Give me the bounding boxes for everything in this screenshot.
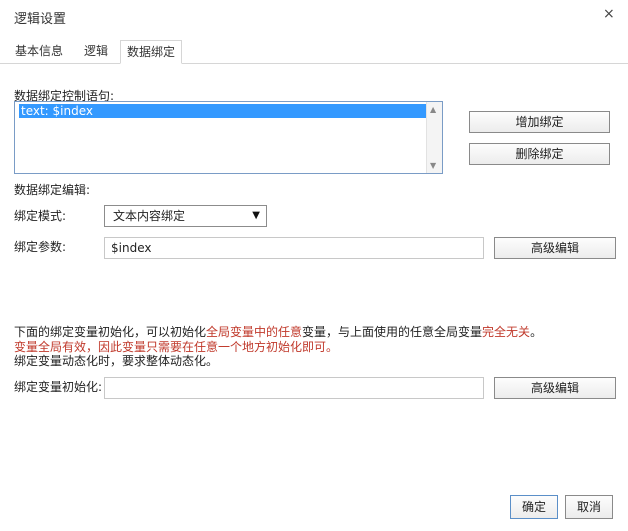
binding-mode-select[interactable]: 文本内容绑定 ▼ <box>104 205 267 227</box>
note-text: 。 <box>530 325 543 339</box>
note-highlight: 全局变量中的任意 <box>206 325 303 339</box>
add-binding-button[interactable]: 增加绑定 <box>469 111 610 133</box>
init-note-line-1: 下面的绑定变量初始化，可以初始化全局变量中的任意变量，与上面使用的任意全局变量完… <box>14 325 542 340</box>
note-highlight: 完全无关 <box>482 325 531 339</box>
delete-binding-button[interactable]: 删除绑定 <box>469 143 610 165</box>
param-advanced-edit-button[interactable]: 高级编辑 <box>494 237 616 259</box>
binding-mode-label: 绑定模式: <box>14 209 67 223</box>
tab-data-binding[interactable]: 数据绑定 <box>120 40 183 64</box>
init-variable-input[interactable] <box>104 377 484 399</box>
binding-param-input[interactable]: $index <box>104 237 484 259</box>
note-text: 下面的绑定变量初始化，可以初始化 <box>14 325 207 339</box>
tab-basic-info[interactable]: 基本信息 <box>9 40 69 64</box>
cancel-button[interactable]: 取消 <box>565 495 613 519</box>
ok-button[interactable]: 确定 <box>510 495 558 519</box>
list-scrollbar[interactable]: ▲ ▼ <box>426 102 442 173</box>
dropdown-arrow-icon: ▼ <box>252 210 260 221</box>
close-icon[interactable]: × <box>603 6 615 22</box>
init-variable-label: 绑定变量初始化: <box>14 380 103 394</box>
dialog-title: 逻辑设置 <box>14 12 67 27</box>
binding-mode-value: 文本内容绑定 <box>113 209 186 223</box>
init-note-line-3: 绑定变量动态化时，要求整体动态化。 <box>14 354 219 368</box>
binding-statement-list[interactable]: text: $index ▲ ▼ <box>14 101 443 174</box>
scroll-up-icon[interactable]: ▲ <box>430 105 436 114</box>
note-text: 变量，与上面使用的任意全局变量 <box>302 325 483 339</box>
binding-param-label: 绑定参数: <box>14 240 67 254</box>
init-advanced-edit-button[interactable]: 高级编辑 <box>494 377 616 399</box>
init-note-line-2: 变量全局有效，因此变量只需要在任意一个地方初始化即可。 <box>14 340 339 354</box>
list-item[interactable]: text: $index <box>19 104 426 118</box>
tab-divider <box>0 63 628 64</box>
scroll-down-icon[interactable]: ▼ <box>430 161 436 170</box>
binding-editor-label: 数据绑定编辑: <box>14 183 91 197</box>
tab-logic[interactable]: 逻辑 <box>78 40 114 64</box>
